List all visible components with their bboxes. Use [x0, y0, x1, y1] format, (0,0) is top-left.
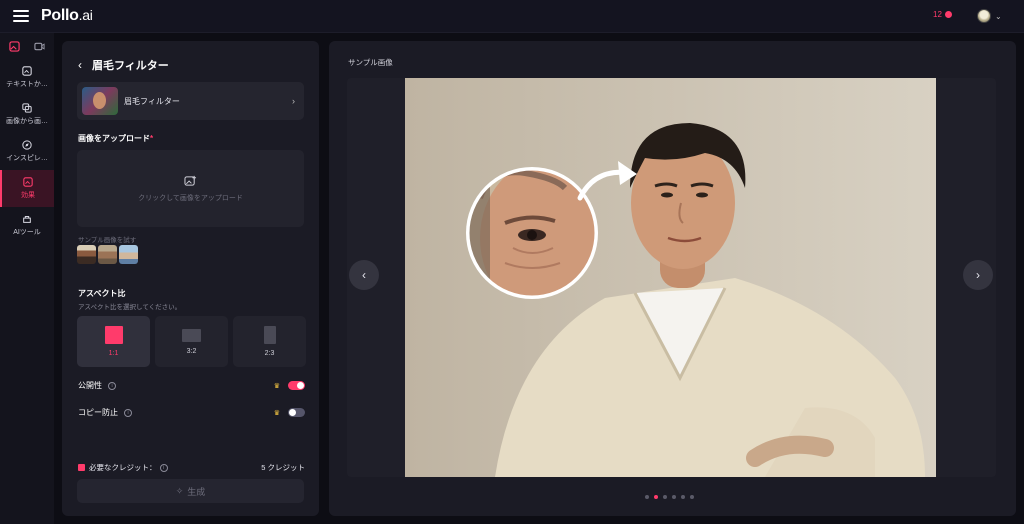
- top-bar: Pollo.ai 12 ⌄: [0, 0, 1024, 33]
- panel-header: ‹ 眉毛フィルター: [78, 57, 169, 73]
- sidebar-mode-switch: [0, 33, 54, 59]
- sidebar-item-label: インスピレ…: [6, 155, 48, 162]
- logo[interactable]: Pollo.ai: [41, 7, 93, 25]
- preview-stage: ‹ ›: [347, 78, 996, 477]
- preview-title: サンプル画像: [348, 58, 393, 67]
- logo-suffix: .ai: [78, 7, 93, 23]
- public-label: 公開性: [78, 381, 102, 390]
- aspect-option-1-1[interactable]: 1:1: [77, 316, 150, 367]
- logo-text: Pollo: [41, 7, 79, 24]
- sidebar-item-text-to-image[interactable]: テキストか…: [0, 59, 54, 96]
- page-title: 眉毛フィルター: [92, 60, 169, 72]
- aspect-option-label: 1:1: [108, 350, 119, 357]
- sample-image[interactable]: [119, 245, 138, 264]
- avatar: [977, 9, 991, 23]
- preview-panel: サンプル画像 ‹ ›: [329, 41, 1016, 516]
- crown-icon: ♛: [273, 382, 280, 390]
- upload-image-icon: [184, 175, 197, 186]
- sidebar-item-effects[interactable]: 効果: [0, 170, 54, 207]
- filter-thumbnail: [82, 87, 118, 115]
- aspect-ratio-options: 1:1 3:2 2:3: [77, 316, 306, 367]
- credits-badge[interactable]: 12: [933, 10, 952, 19]
- back-icon[interactable]: ‹: [78, 58, 82, 72]
- landscape-shape-icon: [182, 328, 201, 342]
- image-to-image-icon: [22, 103, 32, 113]
- text-to-image-icon: [22, 66, 32, 76]
- aspect-option-label: 3:2: [186, 347, 197, 355]
- sidebar-item-label: テキストか…: [6, 81, 48, 88]
- toggle-knob: [297, 382, 304, 389]
- sidebar-item-label: 効果: [21, 192, 35, 199]
- upload-label-text: 画像をアップロード: [78, 134, 150, 143]
- effects-icon: [23, 177, 33, 187]
- sample-image-preview: [405, 78, 936, 477]
- credit-icon: [78, 464, 85, 471]
- sparkle-icon: ✧: [175, 485, 184, 496]
- carousel-dot[interactable]: [672, 495, 676, 499]
- carousel-dot[interactable]: [645, 495, 649, 499]
- carousel-dot[interactable]: [654, 495, 658, 499]
- compass-icon: [22, 140, 32, 150]
- image-upload-dropzone[interactable]: クリックして画像をアップロード: [77, 150, 304, 227]
- aspect-option-2-3[interactable]: 2:3: [233, 316, 306, 367]
- filter-name: 眉毛フィルター: [124, 96, 180, 106]
- chevron-down-icon: ⌄: [995, 11, 1002, 21]
- menu-icon[interactable]: [13, 10, 29, 22]
- sidebar-item-inspiration[interactable]: インスピレ…: [0, 133, 54, 170]
- crown-icon: ♛: [273, 409, 280, 417]
- aspect-ratio-label: アスペクト比: [78, 289, 126, 298]
- square-shape-icon: [104, 326, 123, 344]
- ai-tools-icon: [23, 216, 31, 223]
- coin-icon: [944, 11, 952, 18]
- aspect-option-3-2[interactable]: 3:2: [155, 316, 228, 367]
- generate-label: 生成: [187, 486, 206, 497]
- sample-photo: [405, 78, 936, 477]
- sidebar-item-image-to-image[interactable]: 画像から画…: [0, 96, 54, 133]
- chevron-right-icon: ›: [292, 96, 295, 106]
- info-icon[interactable]: i: [159, 463, 168, 472]
- image-mode-icon[interactable]: [8, 39, 22, 53]
- samples-label: サンプル画像を試す: [78, 237, 137, 244]
- credits-required-label: 必要なクレジット：: [89, 463, 157, 472]
- account-menu[interactable]: ⌄: [977, 9, 1002, 23]
- required-mark: *: [150, 134, 154, 143]
- credits-required-value: 5 クレジット: [261, 463, 305, 472]
- carousel-dot[interactable]: [690, 495, 694, 499]
- generate-button[interactable]: ✧ 生成: [77, 479, 304, 503]
- sample-images: [77, 245, 138, 264]
- aspect-option-label: 2:3: [264, 350, 275, 357]
- copy-protect-toggle[interactable]: [288, 408, 305, 417]
- next-arrow-button[interactable]: ›: [963, 260, 993, 290]
- copy-protect-toggle-row: コピー防止 i ♛: [78, 407, 305, 418]
- credits-count: 12: [933, 10, 942, 19]
- previous-arrow-button[interactable]: ‹: [349, 260, 379, 290]
- carousel-dot[interactable]: [681, 495, 685, 499]
- public-toggle[interactable]: [288, 381, 305, 390]
- filter-selector[interactable]: 眉毛フィルター ›: [77, 82, 304, 120]
- settings-panel: ‹ 眉毛フィルター 眉毛フィルター › 画像をアップロード* クリックして画像を…: [62, 41, 319, 516]
- sidebar-item-ai-tools[interactable]: AIツール: [0, 207, 54, 244]
- carousel-dots: [645, 495, 694, 499]
- info-icon[interactable]: i: [108, 381, 116, 390]
- public-toggle-row: 公開性 i ♛: [78, 380, 305, 391]
- aspect-ratio-description: アスペクト比を選択してください。: [78, 304, 182, 311]
- portrait-shape-icon: [263, 326, 276, 344]
- info-icon[interactable]: i: [124, 408, 132, 417]
- video-mode-icon[interactable]: [33, 39, 47, 53]
- copy-protect-label: コピー防止: [78, 408, 118, 417]
- dropzone-text: クリックして画像をアップロード: [138, 194, 243, 202]
- carousel-dot[interactable]: [663, 495, 667, 499]
- sample-image[interactable]: [98, 245, 117, 264]
- sidebar-item-label: AIツール: [13, 229, 41, 236]
- upload-label: 画像をアップロード*: [78, 133, 153, 144]
- sidebar: テキストか… 画像から画… インスピレ… 効果 AIツール: [0, 33, 54, 524]
- toggle-knob: [289, 409, 296, 416]
- sidebar-item-label: 画像から画…: [6, 118, 48, 125]
- sample-image[interactable]: [77, 245, 96, 264]
- credits-required-row: 必要なクレジット： i 5 クレジット: [78, 462, 305, 473]
